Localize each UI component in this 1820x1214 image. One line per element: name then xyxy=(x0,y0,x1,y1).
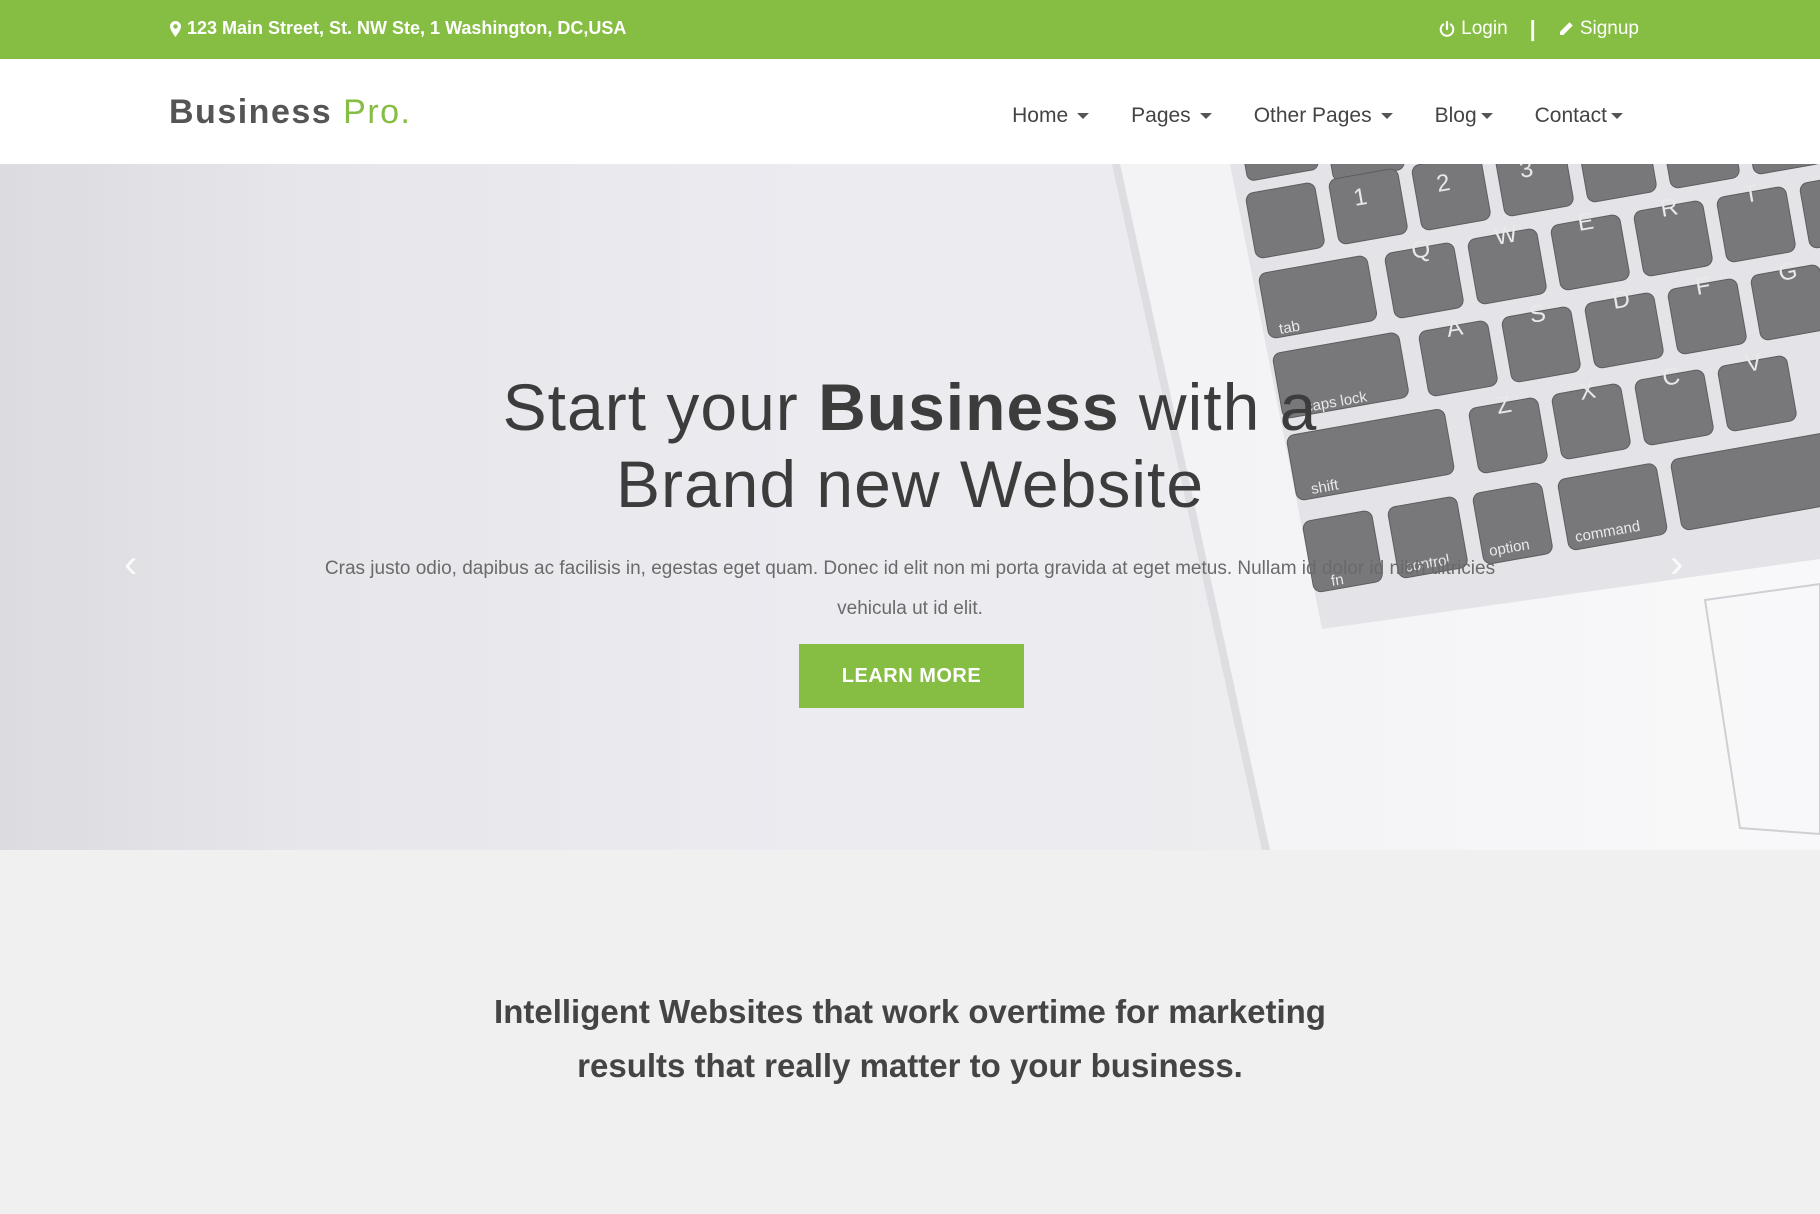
brand-logo[interactable]: Business Pro. xyxy=(169,93,412,132)
nav-item-other-pages[interactable]: Other Pages xyxy=(1254,104,1393,128)
nav-item-label: Blog xyxy=(1434,104,1477,127)
intro-heading: Intelligent Websites that work overtime … xyxy=(0,985,1820,1093)
hero-text: Cras justo odio, dapibus ac facilisis in… xyxy=(324,558,1496,619)
chevron-right-icon[interactable]: › xyxy=(1670,542,1683,587)
hero-heading-line2: Brand new Website xyxy=(615,447,1205,521)
signup-label: Signup xyxy=(1579,18,1639,39)
signup-link[interactable]: Signup xyxy=(1558,18,1639,40)
nav-item-home[interactable]: Home xyxy=(1012,104,1090,128)
map-marker-icon xyxy=(170,20,181,37)
hero-heading-part1: Start your xyxy=(502,370,819,444)
caret-down-icon xyxy=(1077,113,1090,119)
nav-item-contact[interactable]: Contact xyxy=(1535,104,1623,128)
caret-down-icon xyxy=(1380,113,1393,119)
address-text: 123 Main Street, St. NW Ste, 1 Washingto… xyxy=(187,18,627,38)
main-navbar: Business Pro. Home Pages Other Pages Blo… xyxy=(0,59,1820,164)
power-icon xyxy=(1439,20,1455,37)
login-link[interactable]: Login xyxy=(1439,18,1508,40)
nav-item-label: Other Pages xyxy=(1253,104,1372,127)
caret-down-icon xyxy=(1199,113,1212,119)
nav-item-label: Contact xyxy=(1534,104,1607,127)
hero-heading: Start your Business with a Brand new Web… xyxy=(0,369,1820,523)
chevron-left-icon[interactable]: ‹ xyxy=(124,542,137,587)
intro-heading-line1: Intelligent Websites that work overtime … xyxy=(494,993,1326,1030)
nav-item-label: Pages xyxy=(1131,104,1191,127)
nav-item-pages[interactable]: Pages xyxy=(1131,104,1212,128)
login-label: Login xyxy=(1461,18,1508,39)
pencil-icon xyxy=(1559,22,1573,35)
hero-slider: Q W E R T A S D F G Z X C V 2 3 4 1 tab … xyxy=(0,164,1820,850)
nav-item-label: Home xyxy=(1012,104,1069,127)
nav-menu: Home Pages Other Pages Blog Contact xyxy=(1012,104,1623,128)
address: 123 Main Street, St. NW Ste, 1 Washingto… xyxy=(170,18,626,39)
brand-main: Business xyxy=(169,93,333,131)
brand-accent: Pro. xyxy=(343,93,412,131)
top-bar: 123 Main Street, St. NW Ste, 1 Washingto… xyxy=(0,0,1820,59)
intro-heading-line2: results that really matter to your busin… xyxy=(577,1047,1243,1084)
caret-down-icon xyxy=(1611,113,1623,119)
learn-more-button[interactable]: LEARN MORE xyxy=(799,644,1024,708)
caret-down-icon xyxy=(1480,113,1493,119)
hero-heading-part2: with a xyxy=(1119,370,1318,444)
nav-item-blog[interactable]: Blog xyxy=(1435,104,1493,128)
auth-separator: | xyxy=(1529,16,1536,41)
intro-section: Intelligent Websites that work overtime … xyxy=(0,850,1820,1214)
hero-heading-bold: Business xyxy=(818,370,1120,444)
auth-links: Login | Signup xyxy=(1439,16,1639,42)
